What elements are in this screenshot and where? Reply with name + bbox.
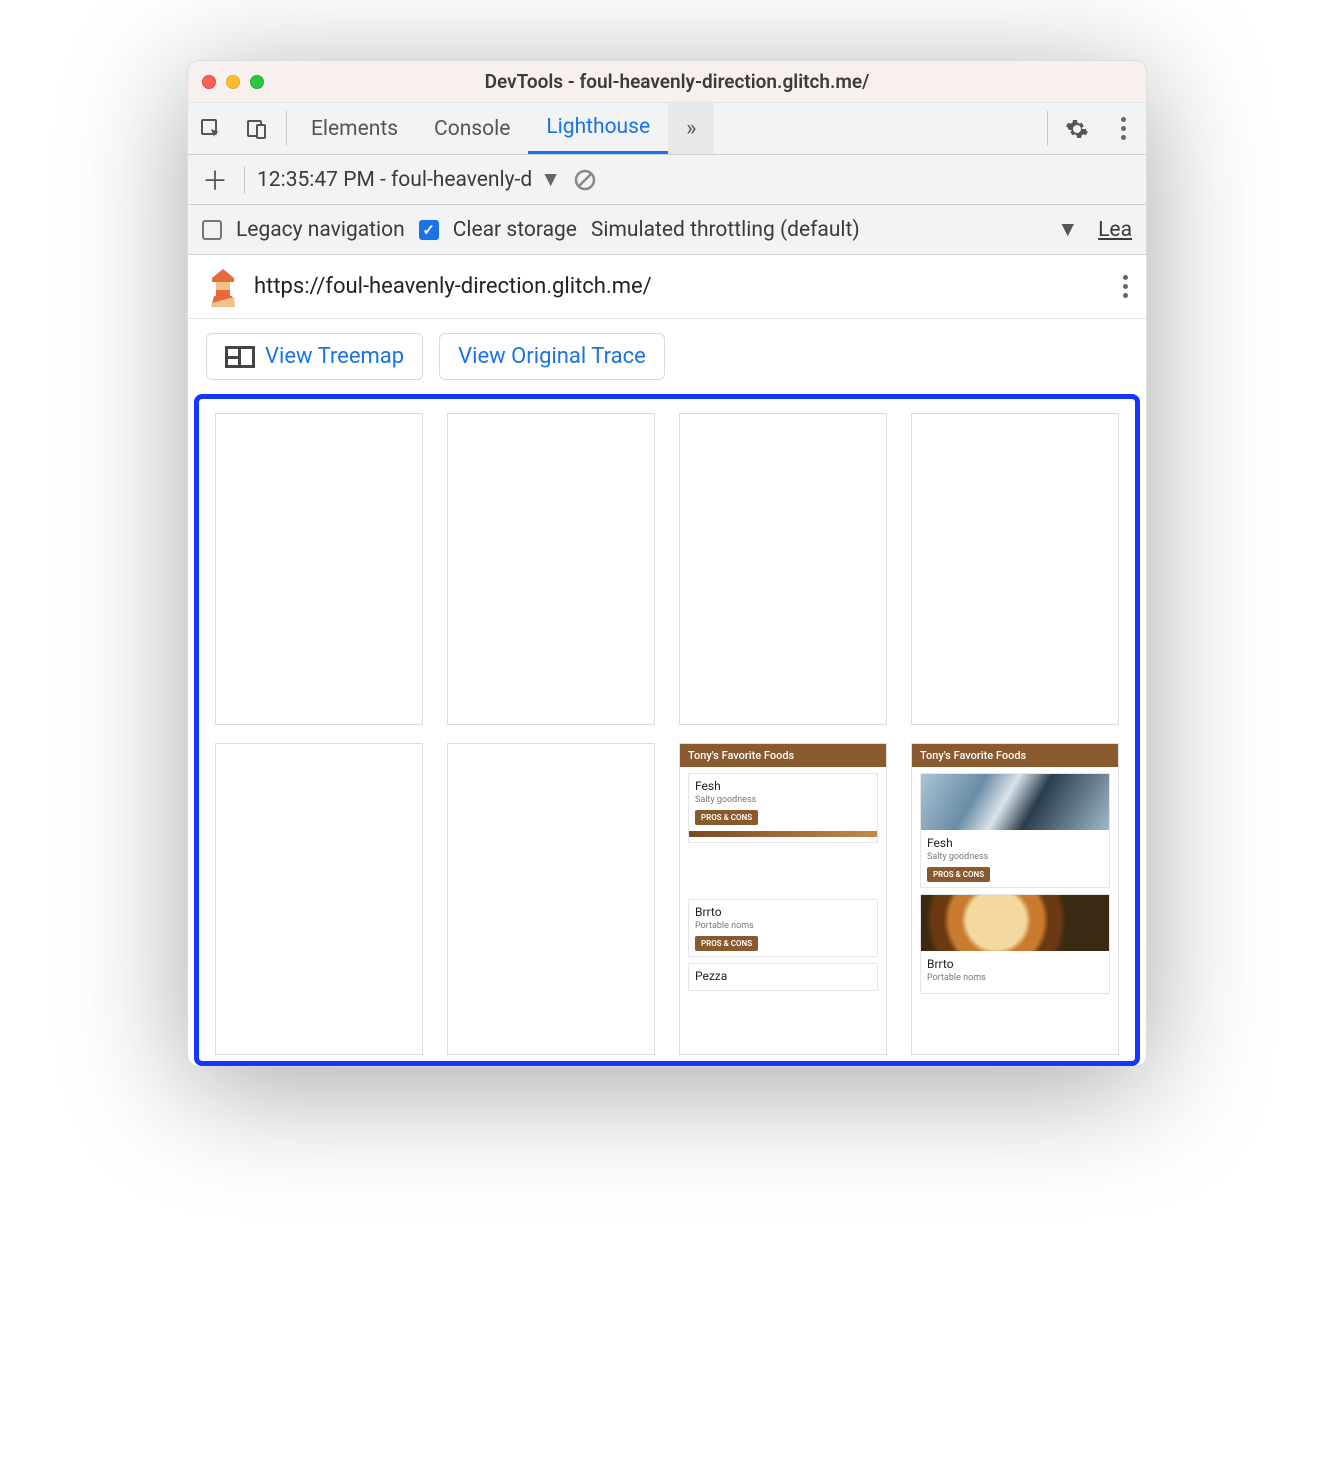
mini-item-title: Brrto [695,905,871,919]
view-treemap-label: View Treemap [265,344,404,369]
inspect-element-icon[interactable] [188,103,234,154]
tab-lighthouse[interactable]: Lighthouse [528,103,668,154]
throttling-label: Simulated throttling (default) [591,218,860,242]
device-toolbar-icon[interactable] [234,103,280,154]
filmstrip-frame[interactable] [911,413,1119,725]
legacy-navigation-label: Legacy navigation [236,218,405,242]
mini-card: Fesh Salty goodness PROS & CONS [920,773,1110,888]
mini-pill: PROS & CONS [927,867,990,882]
mini-pill: PROS & CONS [695,936,758,951]
mini-item-sub: Portable noms [695,921,871,931]
filmstrip: Tony's Favorite Foods Fesh Salty goodnes… [215,413,1119,1055]
mini-item-title: Fesh [695,779,871,793]
mini-pill: PROS & CONS [695,810,758,825]
view-original-trace-button[interactable]: View Original Trace [439,333,665,380]
dropdown-caret-icon: ▼ [540,168,561,192]
mini-card: Fesh Salty goodness PROS & CONS [688,773,878,843]
report-actions: View Treemap View Original Trace [188,319,1146,394]
report-selector-label: 12:35:47 PM - foul-heavenly-d [257,168,532,192]
legacy-navigation-checkbox[interactable] [202,220,222,240]
tab-console[interactable]: Console [416,103,528,154]
tab-divider [286,111,287,146]
view-trace-label: View Original Trace [458,344,646,369]
mini-page-header: Tony's Favorite Foods [912,744,1118,767]
tab-divider-right [1047,111,1048,146]
report-toolbar: ＋ 12:35:47 PM - foul-heavenly-d ▼ [188,155,1146,205]
mini-item-sub: Portable noms [927,973,1103,983]
report-url-row: https://foul-heavenly-direction.glitch.m… [188,255,1146,319]
clear-storage-label: Clear storage [453,218,577,242]
mini-card: Brrto Portable noms PROS & CONS [688,899,878,957]
view-treemap-button[interactable]: View Treemap [206,333,423,380]
mini-card: Brrto Portable noms [920,894,1110,994]
report-menu-kebab-icon[interactable] [1123,275,1128,298]
mini-image [921,774,1109,830]
clear-report-icon[interactable] [573,168,597,192]
filmstrip-frame[interactable] [215,413,423,725]
close-window-button[interactable] [202,75,216,89]
mini-item-title: Brrto [927,957,1103,971]
filmstrip-frame[interactable] [679,413,887,725]
mini-page-header: Tony's Favorite Foods [680,744,886,767]
settings-gear-icon[interactable] [1054,103,1100,154]
mini-card: Pezza [688,963,878,991]
report-selector[interactable]: 12:35:47 PM - foul-heavenly-d ▼ [257,168,561,192]
mini-item-sub: Salty goodness [927,852,1103,862]
mini-item-title: Pezza [695,969,871,983]
filmstrip-frame[interactable] [447,743,655,1055]
treemap-icon [225,346,255,368]
window-title: DevTools - foul-heavenly-direction.glitc… [222,70,1132,93]
mini-image [921,895,1109,951]
mini-item-sub: Salty goodness [695,795,871,805]
filmstrip-frame[interactable] [215,743,423,1055]
mini-item-title: Fesh [927,836,1103,850]
lighthouse-logo-icon [206,269,240,305]
report-url: https://foul-heavenly-direction.glitch.m… [254,274,652,299]
tab-more[interactable]: » [668,103,714,154]
filmstrip-frame[interactable]: Tony's Favorite Foods Fesh Salty goodnes… [911,743,1119,1055]
more-options-kebab-icon[interactable] [1100,103,1146,154]
mini-strip [689,831,877,837]
devtools-window: DevTools - foul-heavenly-direction.glitc… [187,60,1147,1067]
throttling-caret-icon[interactable]: ▼ [1057,218,1078,242]
lighthouse-options: Legacy navigation Clear storage Simulate… [188,205,1146,255]
new-report-button[interactable]: ＋ [198,163,232,197]
tab-elements[interactable]: Elements [293,103,416,154]
filmstrip-highlight: Tony's Favorite Foods Fesh Salty goodnes… [194,394,1140,1066]
titlebar: DevTools - foul-heavenly-direction.glitc… [188,61,1146,103]
filmstrip-frame[interactable] [447,413,655,725]
panel-tabs: Elements Console Lighthouse » [188,103,1146,155]
clear-storage-checkbox[interactable] [419,220,439,240]
subbar-divider [244,166,245,194]
learn-more-link[interactable]: Lea [1098,218,1132,242]
filmstrip-frame[interactable]: Tony's Favorite Foods Fesh Salty goodnes… [679,743,887,1055]
